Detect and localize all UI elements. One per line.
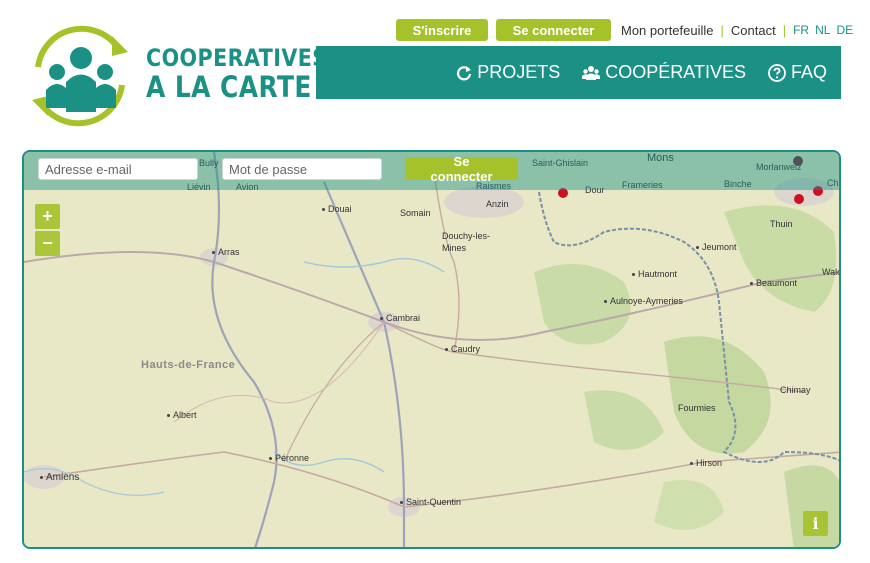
lang-fr-link[interactable]: FR [793,23,809,37]
lang-de-link[interactable]: DE [836,23,853,37]
place-dot [40,475,43,479]
place-name: Cambrai [386,313,421,323]
logo-icon [32,25,128,127]
place-name: Jeumont [702,242,737,252]
portfolio-link[interactable]: Mon portefeuille [621,23,714,38]
map-view[interactable]: Hauts-de-France Bully Liévin Avion Saint… [22,150,841,549]
map-place-label: Hirson [690,458,722,468]
zoom-control: + − [35,204,60,258]
separator: | [782,22,787,38]
map-place-label: Beaumont [750,278,797,288]
map-place-label: Somain [400,208,431,218]
place-dot [690,462,693,466]
place-name: Hirson [696,458,723,468]
logo-line2: A LA CARTE [146,70,312,104]
nav-item-projets[interactable]: PROJETS [456,62,560,83]
region-label: Hauts-de-France [141,359,236,371]
password-field[interactable] [222,158,382,180]
place-name: Saint-Quentin [406,497,462,507]
question-icon [768,63,786,82]
map-place-label: Amiens [40,472,79,483]
nav-item-cooperatives[interactable]: COOPÉRATIVES [582,62,746,83]
login-button[interactable]: Se connecter [496,19,611,41]
place-dot [380,317,383,321]
map-place-label: Péronne [269,453,309,463]
map-place-label: Douai [322,204,352,214]
place-name: Caudry [451,344,481,354]
place-name: Péronne [275,453,310,463]
map-place-label: Saint-Quentin [400,497,461,507]
place-dot [696,246,699,250]
site-logo[interactable]: COOPERATIVES A LA CARTE [24,22,327,130]
place-name: Amiens [46,472,80,483]
place-dot [269,457,272,461]
place-dot [750,282,753,286]
refresh-icon [457,65,472,80]
place-name: Albert [173,410,197,420]
zoom-out-button[interactable]: − [35,231,60,256]
nav-item-faq[interactable]: FAQ [768,62,827,83]
map-place-label: Aulnoye-Aymeries [604,296,683,306]
nav-label: COOPÉRATIVES [605,62,746,82]
place-name: Hautmont [638,269,678,279]
place-name: Arras [218,247,240,257]
map-place-label: Arras [212,247,240,257]
top-utility-bar: S'inscrire Se connecter Mon portefeuille… [396,19,859,41]
place-name: Douai [328,204,352,214]
map-place-label: Thuin [770,219,793,229]
map-place-label: Chimay [780,385,811,395]
map-place-label: Caudry [445,344,480,354]
place-dot [167,414,170,418]
contact-link[interactable]: Contact [731,23,776,38]
separator: | [720,22,724,38]
map-place-label: Douchy-les-Mines [442,231,491,253]
place-name: Beaumont [756,278,798,288]
email-field[interactable] [38,158,198,180]
place-dot [632,273,635,277]
place-dot [400,501,403,505]
main-nav: PROJETS COOPÉRATIVES FAQ [316,46,841,99]
map-place-label: Cambrai [380,313,420,323]
map-place-label: Albert [167,410,197,420]
map-tiles [24,152,839,547]
login-submit-button[interactable]: Se connecter [405,154,518,184]
nav-label: PROJETS [477,62,561,82]
map-place-label: Jeumont [696,242,737,252]
logo-line1: COOPERATIVES [146,44,328,72]
lang-nl-link[interactable]: NL [815,23,830,37]
map-place-label: Walc [822,267,841,277]
register-button[interactable]: S'inscrire [396,19,488,41]
info-button[interactable]: i [803,511,828,536]
place-dot [212,251,215,255]
zoom-in-button[interactable]: + [35,204,60,229]
map-place-label: Fourmies [678,403,716,413]
place-dot [445,348,448,352]
map-place-label: Hautmont [632,269,677,279]
place-name: Aulnoye-Aymeries [610,296,683,306]
nav-label: FAQ [790,62,827,82]
map-marker[interactable] [794,194,804,204]
map-place-label: Anzin [486,199,509,209]
page: COOPERATIVES A LA CARTE S'inscrire Se co… [0,0,870,563]
place-dot [322,208,325,212]
users-icon [582,65,601,80]
place-dot [604,300,607,304]
